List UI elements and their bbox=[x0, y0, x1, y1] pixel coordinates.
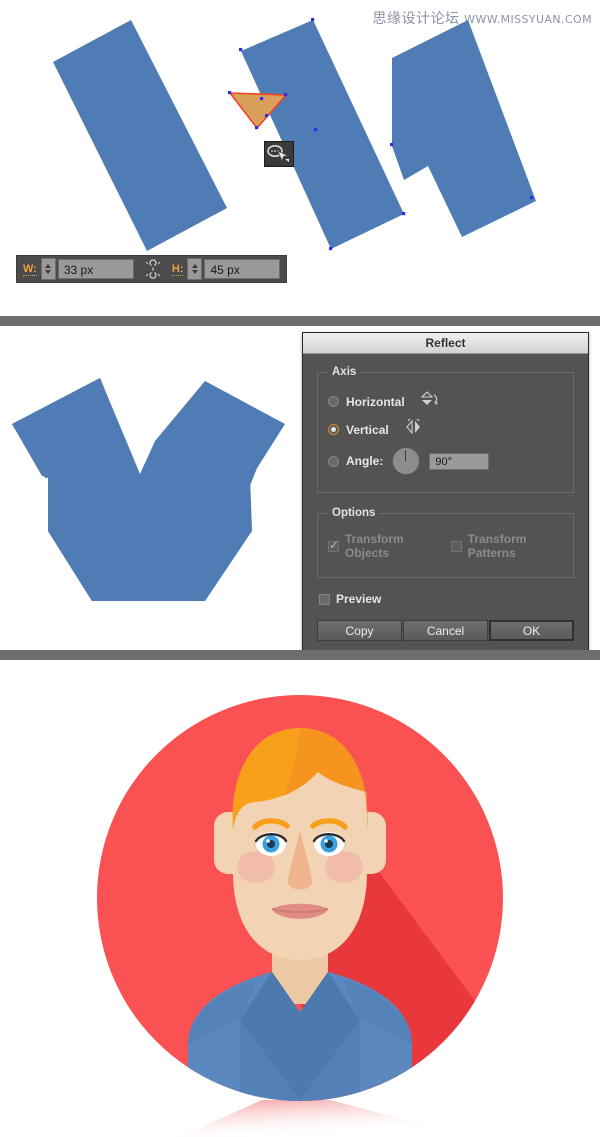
checkbox-transform-objects[interactable] bbox=[328, 538, 339, 552]
transform-toolbar[interactable]: W: 33 px H: 45 px bbox=[16, 255, 288, 283]
axis-option-angle[interactable]: Angle: 90° bbox=[328, 447, 563, 475]
blue-notched-shape-right[interactable] bbox=[392, 20, 536, 237]
panel-separator-2 bbox=[0, 650, 600, 660]
transform-objects-label: Transform Objects bbox=[345, 532, 404, 560]
reflect-horizontal-icon bbox=[419, 391, 441, 412]
angle-label: Angle: bbox=[346, 454, 384, 468]
axis-option-vertical[interactable]: Vertical bbox=[328, 417, 563, 440]
blue-rectangle-left[interactable] bbox=[53, 20, 227, 251]
radio-angle[interactable] bbox=[328, 455, 339, 467]
radio-vertical[interactable] bbox=[328, 424, 339, 435]
options-group: Options Transform Objects Transform Patt… bbox=[317, 507, 574, 578]
reflect-dialog[interactable]: Reflect Axis Horizontal Vertical Angle: … bbox=[302, 332, 589, 650]
panel-shapes-canvas: 思缘设计论坛 WWW.MISSYUAN.COM W: 33 px H: 45 p… bbox=[0, 0, 600, 316]
width-input[interactable]: 33 px bbox=[57, 259, 134, 279]
panel-reflect-dialog: Reflect Axis Horizontal Vertical Angle: … bbox=[0, 326, 600, 650]
radio-horizontal[interactable] bbox=[328, 396, 339, 407]
options-row: Transform Objects Transform Patterns bbox=[328, 532, 563, 560]
preview-row[interactable]: Preview bbox=[319, 592, 574, 606]
constrain-proportions-icon[interactable] bbox=[142, 259, 164, 279]
dialog-title: Reflect bbox=[303, 333, 588, 354]
blue-rectangle-middle[interactable] bbox=[241, 20, 404, 249]
panel-separator-1 bbox=[0, 316, 600, 326]
avatar-artwork bbox=[97, 695, 503, 1137]
cancel-button[interactable]: Cancel bbox=[403, 620, 488, 641]
axis-group: Axis Horizontal Vertical Angle: 90° bbox=[317, 366, 574, 493]
angle-input[interactable]: 90° bbox=[429, 452, 490, 470]
axis-option-horizontal[interactable]: Horizontal bbox=[328, 391, 563, 412]
eye-right bbox=[312, 832, 346, 856]
width-label: W: bbox=[23, 262, 37, 276]
copy-button[interactable]: Copy bbox=[317, 620, 402, 641]
height-stepper[interactable] bbox=[187, 258, 203, 280]
checkbox-transform-patterns[interactable] bbox=[450, 540, 462, 552]
angle-dial[interactable] bbox=[392, 447, 421, 475]
checkbox-preview[interactable] bbox=[319, 593, 330, 605]
eye-left bbox=[254, 832, 288, 856]
ok-button[interactable]: OK bbox=[489, 620, 574, 641]
height-input[interactable]: 45 px bbox=[204, 259, 281, 279]
preview-label: Preview bbox=[336, 592, 382, 606]
axis-group-label: Axis bbox=[332, 366, 357, 378]
options-group-label: Options bbox=[332, 507, 376, 519]
width-stepper[interactable] bbox=[40, 258, 56, 280]
radio-vertical-label: Vertical bbox=[346, 422, 389, 437]
panel-avatar-illustration bbox=[0, 660, 600, 1137]
dialog-button-row: Copy Cancel OK bbox=[317, 620, 574, 641]
transform-patterns-label: Transform Patterns bbox=[467, 532, 527, 560]
height-label: H: bbox=[171, 262, 184, 276]
lasso-cursor-icon bbox=[264, 141, 294, 167]
long-shadow-outside bbox=[180, 1100, 470, 1137]
reflect-vertical-icon bbox=[403, 417, 425, 440]
radio-horizontal-label: Horizontal bbox=[346, 394, 405, 409]
